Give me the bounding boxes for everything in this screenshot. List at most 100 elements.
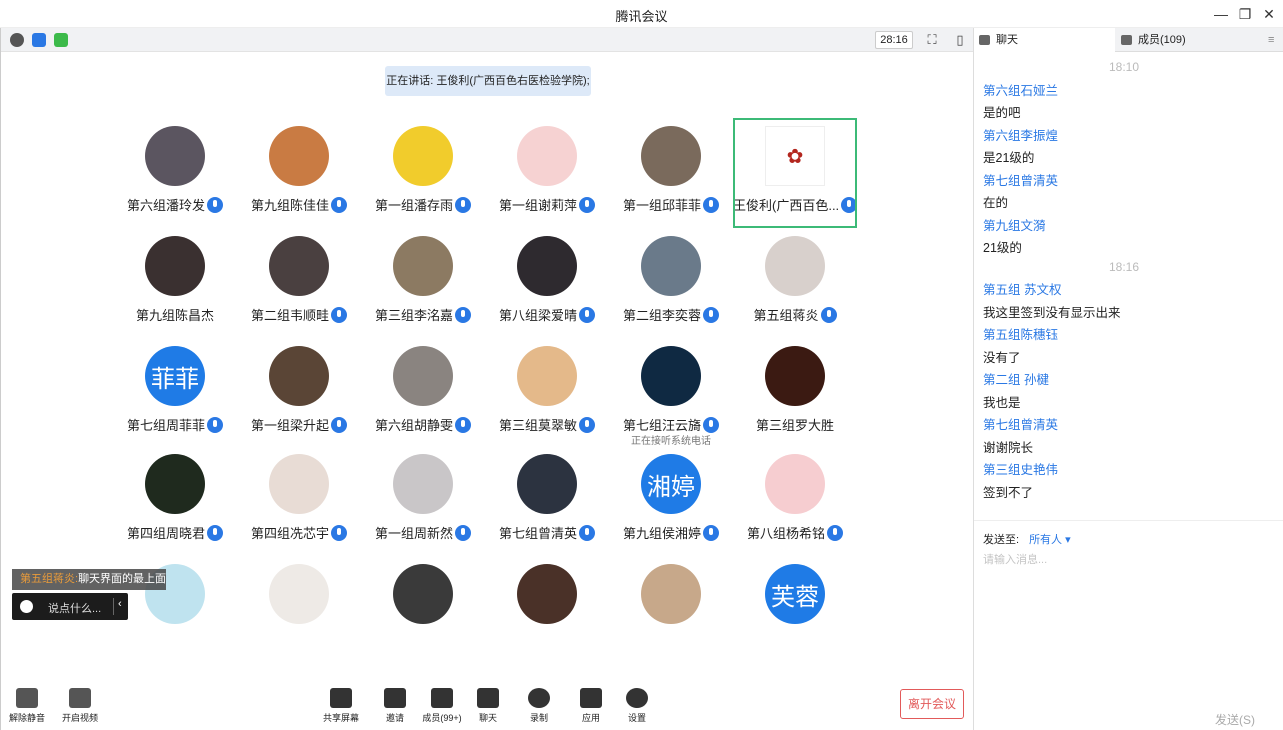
participant-name: 第二组李奕蓉 (609, 305, 733, 324)
chat-button[interactable]: 聊天 (462, 688, 514, 728)
participant-tile[interactable]: 第一组邱菲菲 (609, 120, 733, 228)
chat-icon (979, 35, 990, 45)
participant-tile[interactable]: 第三组罗大胜 (733, 340, 857, 448)
participant-tile[interactable]: 第一组梁升起 (237, 340, 361, 448)
participant-tile[interactable] (485, 558, 609, 666)
participant-tile[interactable] (237, 558, 361, 666)
participant-tile[interactable]: 第九组陈佳佳 (237, 120, 361, 228)
participant-tile[interactable]: 第二组李奕蓉 (609, 230, 733, 338)
record-label: 录制 (529, 713, 548, 723)
chat-messages: 18:10 第六组石娅兰 是的吧 第六组李振煌 是21级的 第七组曾清英 在的 第九组文漪 21… (974, 52, 1274, 520)
settings-button[interactable]: 设置 (611, 688, 663, 728)
avatar (517, 346, 577, 406)
participant-tile[interactable]: 第一组周新然 (361, 448, 485, 556)
chat-message: 谢谢院长 (983, 440, 1034, 455)
avatar (641, 126, 701, 186)
participant-tile[interactable] (361, 558, 485, 666)
record-button[interactable]: 录制 (513, 688, 565, 728)
avatar (517, 564, 577, 624)
participant-tile[interactable]: 第七组汪云旖 正在接听系统电话 (609, 340, 733, 448)
participant-tile[interactable]: 芙蓉 (733, 558, 857, 666)
participant-tile[interactable] (609, 558, 733, 666)
participant-name-text: 第一组梁升起 (250, 418, 329, 433)
participant-name: 第一组周新然 (361, 523, 485, 542)
participant-tile[interactable]: 第三组李洺嘉 (361, 230, 485, 338)
participant-tile[interactable]: 第三组莫翠敏 (485, 340, 609, 448)
chat-sender: 第五组 苏文权 (983, 283, 1062, 297)
participant-tile[interactable]: 湘婷 第九组侯湘婷 (609, 448, 733, 556)
chat-message: 是的吧 (983, 106, 1021, 120)
send-to-selector[interactable]: 发送至: 所有人 ▾ (983, 531, 1071, 547)
participant-status: 正在接听系统电话 (631, 436, 711, 447)
emoji-icon[interactable] (20, 600, 33, 613)
close-button[interactable]: ✕ (1259, 4, 1279, 24)
quick-chat-placeholder[interactable]: 说点什么... (48, 600, 101, 616)
participant-name: 第五组蒋炎 (733, 305, 857, 324)
avatar (641, 346, 701, 406)
participant-name: 第八组杨希铭 (733, 523, 857, 542)
participant-tile[interactable]: 第二组韦顺畦 (237, 230, 361, 338)
participant-name: 第四组冼芯宇 (237, 523, 361, 542)
participant-tile[interactable]: 第六组潘玲发 (113, 120, 237, 228)
signal-icon[interactable] (54, 33, 68, 47)
sidebar-toggle-icon[interactable]: ▯ (952, 32, 968, 48)
participant-name-text: 第七组曾清英 (498, 526, 577, 541)
participant-tile[interactable]: 菲菲 第七组周菲菲 (113, 340, 237, 448)
participant-tile[interactable]: 第八组梁爱晴 (485, 230, 609, 338)
info-icon[interactable] (10, 33, 24, 47)
avatar (145, 454, 205, 514)
members-button[interactable]: 成员(99+) (416, 688, 468, 728)
participant-tile[interactable]: 第四组冼芯宇 (237, 448, 361, 556)
tab-members[interactable]: 成员(109) (1116, 28, 1259, 52)
participant-tile[interactable]: 第一组潘存雨 (361, 120, 485, 228)
fullscreen-icon[interactable]: ⛶ (924, 32, 940, 48)
settings-label: 设置 (627, 713, 646, 723)
participant-tile[interactable]: 第五组蒋炎 (733, 230, 857, 338)
restore-button[interactable]: ❐ (1235, 4, 1255, 24)
app-window: 腾讯会议 — ❐ ✕ 28:16 ⛶ ▯ 正在讲话: 王俊利(广西百色右医检验学… (0, 0, 1283, 730)
notice-text: 聊天界面的最上面 (78, 573, 166, 585)
participant-tile[interactable]: 第七组曾清英 (485, 448, 609, 556)
participant-name-text: 第七组周菲菲 (126, 418, 205, 433)
chat-sender: 第六组石娅兰 (983, 83, 1059, 98)
chat-message: 我也是 (983, 395, 1021, 410)
participant-name-text: 第一组周新然 (374, 526, 453, 541)
participant-name-text: 第一组谢莉萍 (498, 198, 577, 213)
share-screen-button[interactable]: 共享屏幕 (315, 688, 367, 728)
avatar: 芙蓉 (765, 564, 825, 624)
unmute-button[interactable]: 解除静音 (1, 688, 53, 728)
participant-tile[interactable]: 第一组谢莉萍 (485, 120, 609, 228)
panel-menu-icon[interactable]: ≡ (1260, 28, 1283, 52)
avatar (641, 236, 701, 296)
shield-icon[interactable] (32, 33, 46, 47)
send-to-value[interactable]: 所有人 ▾ (1029, 534, 1071, 546)
mic-icon (579, 307, 595, 323)
chat-input[interactable]: 请输入消息... (983, 551, 1047, 567)
avatar (393, 126, 453, 186)
apps-button[interactable]: 应用 (565, 688, 617, 728)
minimize-button[interactable]: — (1211, 4, 1231, 24)
send-button[interactable]: 发送(S) (1215, 711, 1255, 728)
participant-name: 第九组侯湘婷 (609, 523, 733, 542)
collapse-icon[interactable]: ‹ (118, 598, 122, 610)
leave-meeting-button[interactable]: 离开会议 (900, 689, 964, 719)
participant-tile[interactable]: 第八组杨希铭 (733, 448, 857, 556)
mic-icon (827, 525, 843, 541)
divider (113, 598, 114, 615)
participant-tile[interactable]: 第六组胡静雯 (361, 340, 485, 448)
avatar (145, 126, 205, 186)
send-to-label: 发送至: (983, 534, 1020, 546)
participant-tile[interactable]: ✿ 王俊利(广西百色... (733, 118, 858, 228)
chat-scrollbar[interactable] (1275, 52, 1283, 520)
active-speaker-frame (733, 118, 857, 228)
participant-tile[interactable]: 第九组陈昌杰 (113, 230, 237, 338)
video-label: 开启视频 (61, 713, 98, 723)
participant-tile[interactable]: 第四组周晓君 (113, 448, 237, 556)
participant-name: 第六组胡静雯 (361, 415, 485, 434)
tab-chat[interactable]: 聊天 (974, 28, 1115, 52)
quick-chat-box[interactable]: 说点什么... ‹ (12, 593, 128, 620)
invite-button[interactable]: 邀请 (369, 688, 421, 728)
video-button[interactable]: 开启视频 (54, 688, 106, 728)
participant-name: 第二组韦顺畦 (237, 305, 361, 324)
side-panel: 聊天 成员(109) ≡ 18:10 第六组石娅兰 是的吧 第六组李振煌 是21级的 第七… (973, 28, 1283, 730)
